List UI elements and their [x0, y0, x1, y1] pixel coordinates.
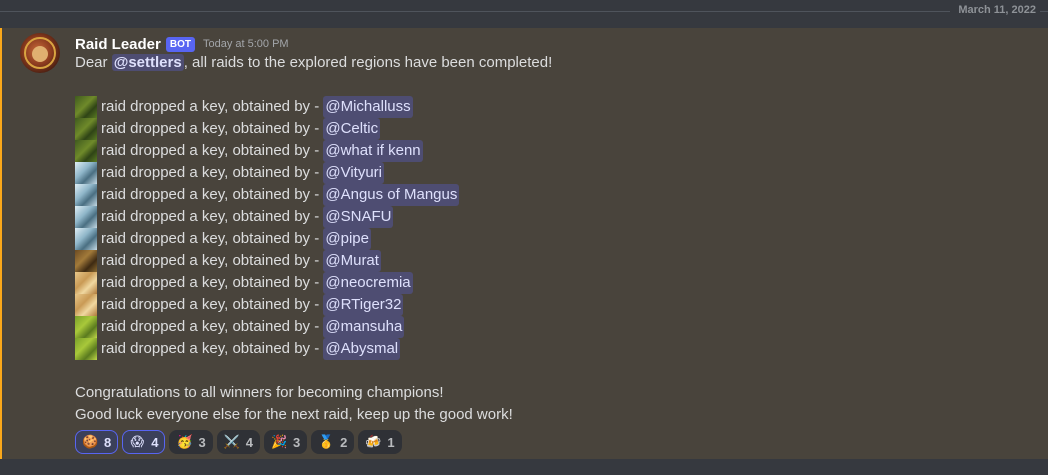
raid-emoji-icon[interactable] [75, 162, 97, 184]
bottom-strip [0, 459, 1048, 475]
reaction-button[interactable]: 🍻 1 [358, 430, 402, 454]
user-mention[interactable]: @mansuha [323, 316, 405, 338]
user-mention[interactable]: @RTiger32 [323, 294, 404, 316]
user-mention[interactable]: @Celtic [323, 118, 381, 140]
raid-emoji-icon[interactable] [75, 316, 97, 338]
message-timestamp[interactable]: Today at 5:00 PM [203, 38, 289, 50]
raid-text: raid dropped a key, obtained by - [101, 318, 324, 335]
raid-emoji-icon[interactable] [75, 272, 97, 294]
reaction-emoji-icon: 🥳 [176, 434, 193, 449]
bot-tag: BOT [165, 36, 195, 52]
reaction-button[interactable]: 🎉 3 [263, 430, 308, 454]
raid-row: raid dropped a key, obtained by - @SNAFU [75, 206, 394, 228]
user-mention[interactable]: @neocremia [323, 272, 413, 294]
raid-emoji-icon[interactable] [75, 250, 97, 272]
author-name[interactable]: Raid Leader [75, 36, 161, 53]
raid-row: raid dropped a key, obtained by - @Abysm… [75, 338, 401, 360]
reaction-button[interactable]: 🍪 8 [75, 430, 119, 454]
raid-emoji-icon[interactable] [75, 96, 97, 118]
raid-emoji-icon[interactable] [75, 294, 97, 316]
intro-line: Dear @settlers, all raids to the explore… [75, 52, 552, 74]
reaction-count: 2 [340, 434, 348, 450]
reactions-bar: 🍪 8 😱 4 🥳 3 ⚔️ 4 🎉 3 🥇 2 🍻 1 [75, 430, 406, 454]
raid-row: raid dropped a key, obtained by - @neocr… [75, 272, 413, 294]
raid-row: raid dropped a key, obtained by - @Murat [75, 250, 381, 272]
date-divider: March 11, 2022 [0, 0, 1048, 26]
reaction-button[interactable]: 🥳 3 [169, 430, 213, 454]
reaction-button[interactable]: 😱 4 [122, 430, 166, 454]
divider-line [0, 11, 1048, 12]
raid-text: raid dropped a key, obtained by - [101, 252, 324, 269]
raid-row: raid dropped a key, obtained by - @mansu… [75, 316, 405, 338]
raid-text: raid dropped a key, obtained by - [101, 142, 324, 159]
user-mention[interactable]: @Murat [323, 250, 381, 272]
raid-row: raid dropped a key, obtained by - @pipe [75, 228, 371, 250]
raid-text: raid dropped a key, obtained by - [101, 230, 324, 247]
raid-text: raid dropped a key, obtained by - [101, 274, 324, 291]
reaction-emoji-icon: 🍻 [365, 434, 382, 449]
raid-emoji-icon[interactable] [75, 184, 97, 206]
intro-prefix: Dear [75, 54, 112, 71]
raid-emoji-icon[interactable] [75, 228, 97, 250]
raid-text: raid dropped a key, obtained by - [101, 120, 324, 137]
reaction-emoji-icon: ⚔️ [223, 434, 240, 449]
raid-emoji-icon[interactable] [75, 338, 97, 360]
user-mention[interactable]: @Angus of Mangus [323, 184, 460, 206]
raid-row: raid dropped a key, obtained by - @what … [75, 140, 423, 162]
mention-highlight-bar [0, 28, 2, 459]
reaction-count: 4 [245, 434, 253, 450]
user-mention[interactable]: @pipe [323, 228, 371, 250]
intro-suffix: , all raids to the explored regions have… [183, 54, 553, 71]
reaction-button[interactable]: ⚔️ 4 [216, 430, 260, 454]
user-mention[interactable]: @SNAFU [323, 206, 394, 228]
role-mention[interactable]: @settlers [111, 54, 184, 71]
reaction-emoji-icon: 🎉 [270, 434, 288, 449]
reaction-emoji-icon: 🥇 [318, 434, 335, 449]
reaction-count: 3 [198, 434, 206, 450]
raid-text: raid dropped a key, obtained by - [101, 340, 324, 357]
reaction-emoji-icon: 🍪 [82, 434, 99, 449]
avatar[interactable] [20, 33, 60, 73]
user-mention[interactable]: @Abysmal [323, 338, 401, 360]
closing-line-1: Congratulations to all winners for becom… [75, 384, 444, 401]
raid-text: raid dropped a key, obtained by - [101, 208, 324, 225]
reaction-count: 4 [151, 434, 159, 450]
raid-text: raid dropped a key, obtained by - [101, 164, 324, 181]
raid-row: raid dropped a key, obtained by - @Vityu… [75, 162, 385, 184]
user-mention[interactable]: @Michalluss [323, 96, 413, 118]
reaction-button[interactable]: 🥇 2 [311, 430, 355, 454]
reaction-count: 3 [292, 434, 301, 450]
closing-line-2: Good luck everyone else for the next rai… [75, 406, 513, 423]
raid-text: raid dropped a key, obtained by - [101, 186, 324, 203]
raid-emoji-icon[interactable] [75, 140, 97, 162]
user-mention[interactable]: @what if kenn [323, 140, 423, 162]
raid-emoji-icon[interactable] [75, 118, 97, 140]
raid-row: raid dropped a key, obtained by - @RTige… [75, 294, 404, 316]
raid-emoji-icon[interactable] [75, 206, 97, 228]
raid-row: raid dropped a key, obtained by - @Celti… [75, 118, 381, 140]
reaction-emoji-icon: 😱 [130, 434, 145, 449]
user-mention[interactable]: @Vityuri [323, 162, 385, 184]
raid-row: raid dropped a key, obtained by - @Angus… [75, 184, 460, 206]
raid-text: raid dropped a key, obtained by - [101, 98, 324, 115]
reaction-count: 8 [104, 434, 112, 450]
message: Raid Leader BOT Today at 5:00 PM Dear @s… [0, 28, 1048, 459]
message-header: Raid Leader BOT Today at 5:00 PM [75, 34, 289, 54]
divider-date: March 11, 2022 [950, 4, 1040, 16]
reaction-count: 1 [387, 434, 395, 450]
raid-text: raid dropped a key, obtained by - [101, 296, 324, 313]
raid-row: raid dropped a key, obtained by - @Micha… [75, 96, 413, 118]
